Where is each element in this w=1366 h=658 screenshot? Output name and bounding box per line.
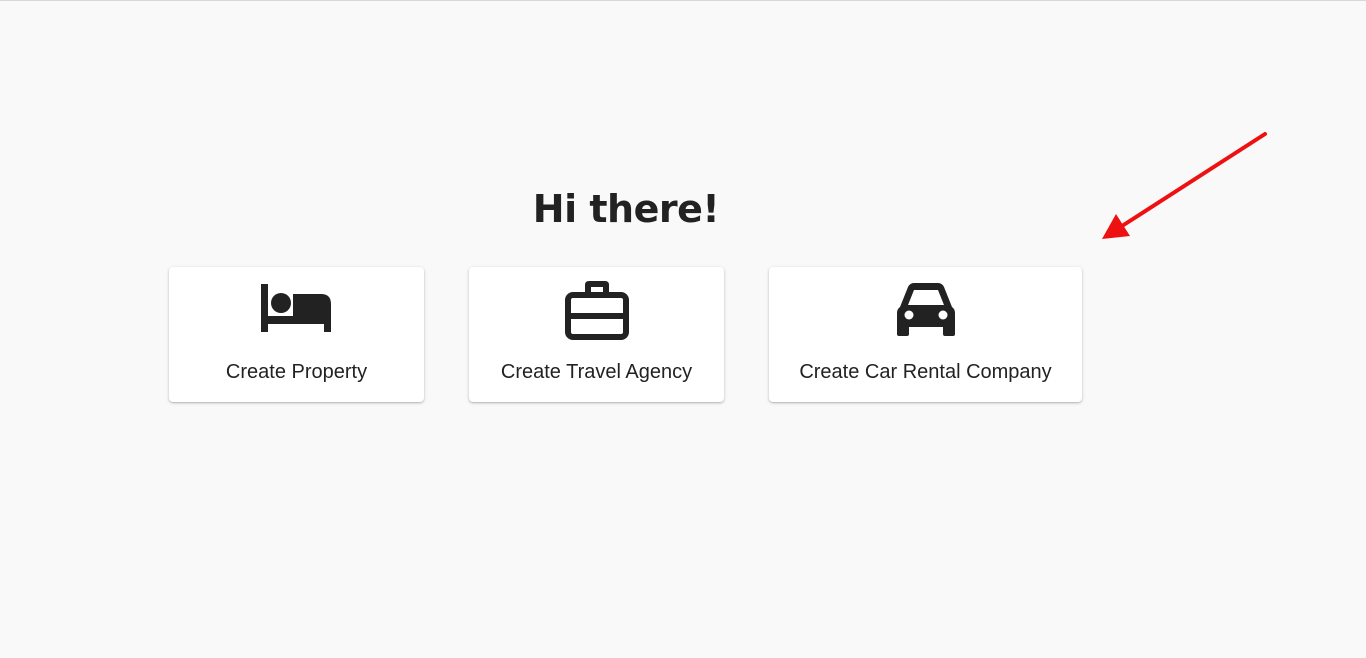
- create-car-rental-company-card[interactable]: Create Car Rental Company: [769, 267, 1082, 402]
- create-travel-agency-label: Create Travel Agency: [500, 361, 693, 383]
- create-travel-agency-card[interactable]: Create Travel Agency: [469, 267, 724, 402]
- car-icon: [769, 279, 1082, 341]
- create-car-rental-company-label: Create Car Rental Company: [799, 361, 1052, 383]
- bed-icon: [169, 279, 424, 341]
- briefcase-icon: [469, 279, 724, 341]
- greeting-heading: Hi there!: [532, 187, 720, 231]
- create-property-card[interactable]: Create Property: [169, 267, 424, 402]
- create-property-label: Create Property: [225, 361, 368, 383]
- window-top-border: [0, 0, 1366, 1]
